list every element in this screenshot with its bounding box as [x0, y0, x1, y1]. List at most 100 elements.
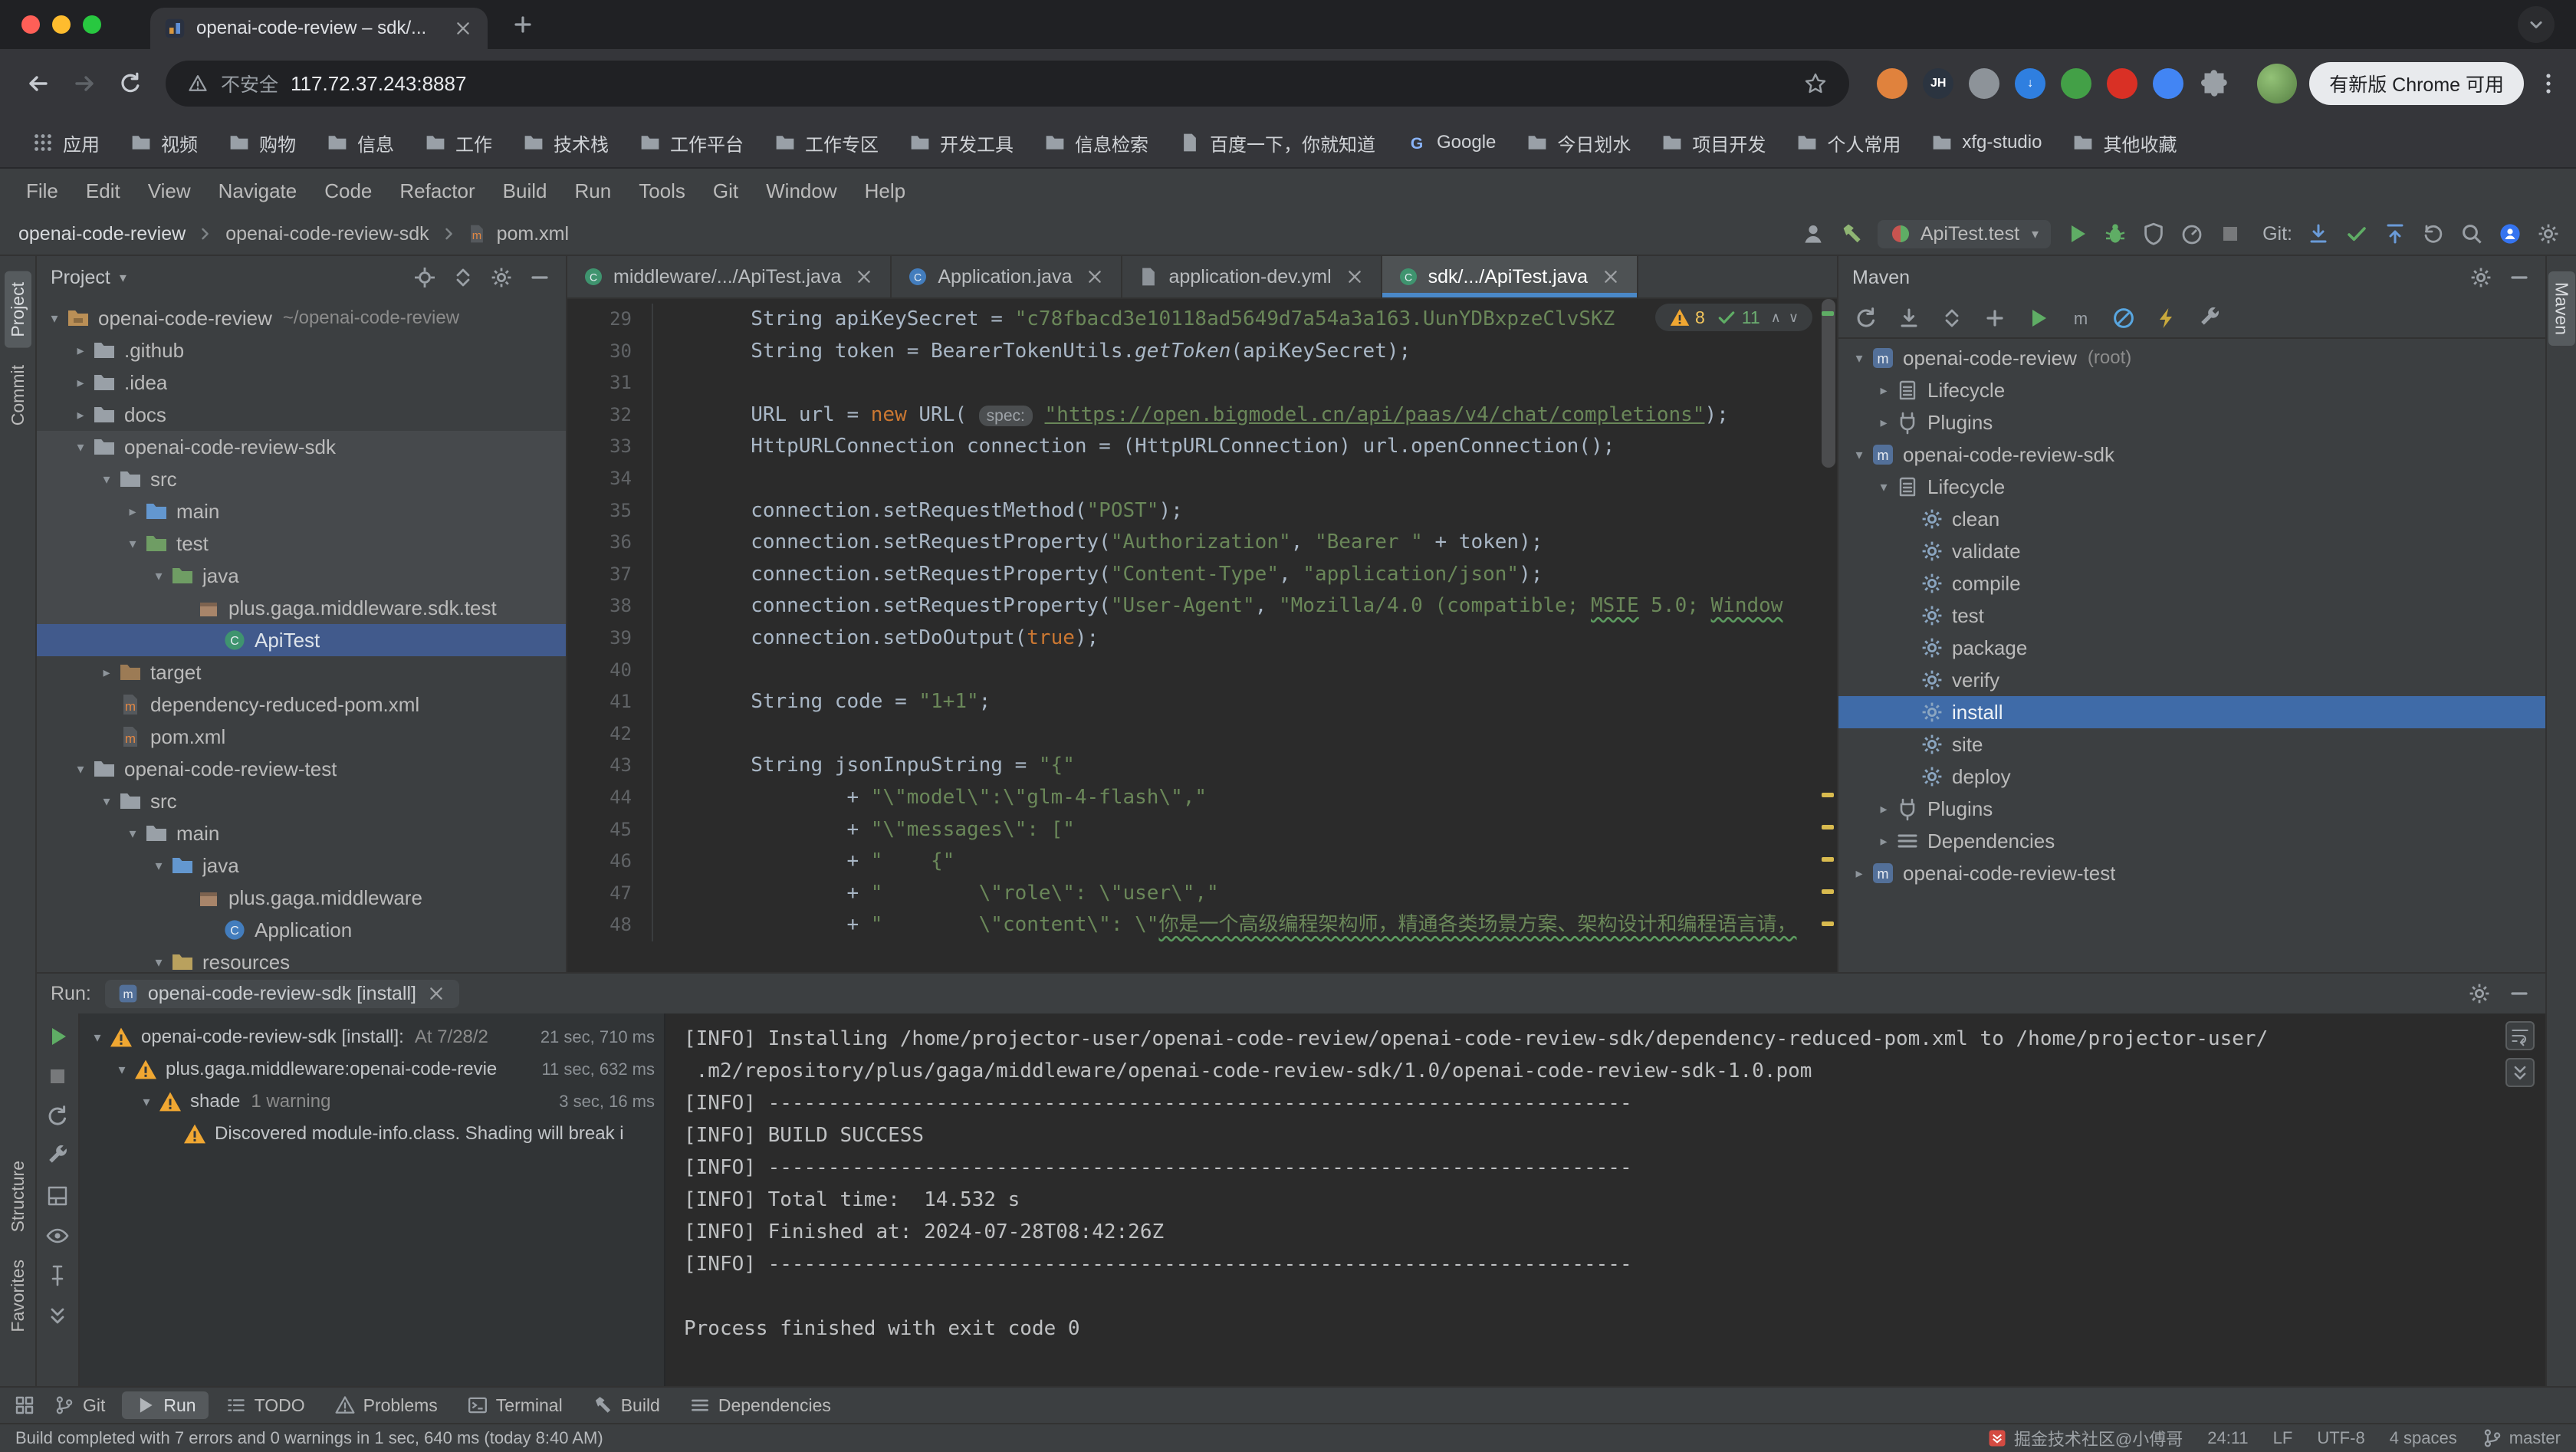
tab-close-icon[interactable] [452, 18, 474, 39]
inspections-widget[interactable]: 8 11 ∧∨ [1655, 304, 1812, 331]
forward-button[interactable] [61, 61, 107, 107]
bookmark-item[interactable]: 信息 [313, 125, 408, 161]
ext-red-icon[interactable] [2107, 68, 2137, 99]
close-icon[interactable] [1344, 266, 1365, 287]
line-number[interactable]: 39 [567, 623, 653, 655]
close-icon[interactable] [1084, 266, 1106, 287]
line-number[interactable]: 32 [567, 399, 653, 432]
tree-row[interactable]: ▾resources [37, 946, 566, 972]
tree-row[interactable]: plus.gaga.middleware.sdk.test [37, 592, 566, 624]
chevron-down-icon[interactable]: ▾ [1848, 447, 1871, 463]
scrollbar-thumb[interactable] [1822, 299, 1835, 468]
add-button[interactable] [1983, 306, 2007, 330]
tree-row[interactable]: ▾shade 1 warning3 sec, 16 ms [80, 1086, 664, 1118]
tree-row[interactable]: ▸.github [37, 334, 566, 366]
profile-avatar[interactable] [2257, 64, 2297, 103]
scroll-button[interactable] [45, 1303, 70, 1328]
tree-row[interactable]: ▸.idea [37, 366, 566, 399]
tree-row[interactable]: ▾Lifecycle [1838, 471, 2545, 503]
bookmark-item[interactable]: 信息检索 [1030, 125, 1162, 161]
eye-button[interactable] [45, 1224, 70, 1248]
user-icon[interactable] [1801, 222, 1825, 246]
bookmark-item[interactable]: 购物 [215, 125, 310, 161]
new-tab-button[interactable] [503, 5, 543, 44]
toolwindow-terminal[interactable]: Terminal [455, 1391, 575, 1419]
tree-row[interactable]: ▾main [37, 817, 566, 849]
toolwindow-stripe-favorites[interactable]: Favorites [5, 1249, 31, 1343]
tree-row[interactable]: ▾src [37, 785, 566, 817]
tree-row[interactable]: ▾openai-code-review-test [37, 753, 566, 785]
tree-row[interactable]: compile [1838, 567, 2545, 600]
run-config-select[interactable]: ApiTest.test ▾ [1878, 220, 2051, 248]
line-number[interactable]: 30 [567, 336, 653, 368]
chevron-down-icon[interactable]: ▾ [147, 858, 170, 874]
line-number[interactable]: 37 [567, 559, 653, 591]
git-update-button[interactable] [2306, 222, 2331, 246]
chevron-down-icon[interactable]: ▾ [1848, 350, 1871, 366]
tree-row[interactable]: mpom.xml [37, 721, 566, 753]
bookmark-item[interactable]: 应用 [18, 125, 113, 161]
line-number[interactable]: 48 [567, 909, 653, 941]
tree-row[interactable]: ▾test [37, 527, 566, 560]
bookmark-item[interactable]: xfg-studio [1917, 127, 2055, 158]
download-button[interactable] [1897, 306, 1921, 330]
toolwindow-dependencies[interactable]: Dependencies [677, 1391, 843, 1419]
menu-run[interactable]: Run [560, 179, 625, 203]
ext-blue-icon[interactable] [2153, 68, 2183, 99]
tree-row[interactable]: ▾java [37, 560, 566, 592]
browser-menu-icon[interactable] [2536, 71, 2561, 96]
git-push-button[interactable] [2383, 222, 2407, 246]
line-separator[interactable]: LF [2273, 1428, 2293, 1448]
breadcrumb-project[interactable]: openai-code-review [15, 223, 189, 245]
history-button[interactable] [2421, 222, 2446, 246]
profiler-button[interactable] [2180, 222, 2204, 246]
menu-build[interactable]: Build [489, 179, 561, 203]
next-problem-icon[interactable]: ∨ [1789, 310, 1799, 326]
bookmark-item[interactable]: 视频 [117, 125, 212, 161]
chevron-right-icon[interactable]: ▸ [69, 375, 92, 391]
ide-settings-icon[interactable] [2536, 222, 2561, 246]
line-number[interactable]: 41 [567, 686, 653, 718]
chevron-right-icon[interactable]: ▸ [69, 407, 92, 423]
browser-tab[interactable]: openai-code-review – sdk/... [150, 8, 488, 49]
chevron-right-icon[interactable]: ▸ [1872, 801, 1895, 817]
tree-row[interactable]: ▸Plugins [1838, 406, 2545, 439]
toolwindow-stripe-structure[interactable]: Structure [5, 1150, 31, 1243]
line-number[interactable]: 34 [567, 463, 653, 495]
zoom-window-button[interactable] [83, 15, 101, 34]
tab-search-button[interactable] [2518, 6, 2555, 43]
chevron-down-icon[interactable]: ▾ [69, 761, 92, 777]
line-number[interactable]: 47 [567, 878, 653, 910]
code-editor[interactable]: 29 String apiKeySecret = "c78fbacd3e1011… [567, 299, 1837, 972]
chevron-down-icon[interactable]: ▾ [147, 954, 170, 971]
tree-row[interactable]: ▾openai-code-review-sdk [37, 431, 566, 463]
chevron-down-icon[interactable]: ▾ [135, 1094, 158, 1110]
line-number[interactable]: 38 [567, 590, 653, 623]
hide-panel-icon[interactable] [2507, 981, 2532, 1006]
bookmark-item[interactable]: 工作 [411, 125, 506, 161]
chevron-down-icon[interactable]: ▾ [110, 1062, 133, 1078]
tree-row[interactable]: plus.gaga.middleware [37, 882, 566, 914]
layout-button[interactable] [45, 1184, 70, 1208]
url-text[interactable]: 117.72.37.243:8887 [291, 72, 466, 96]
close-icon[interactable] [1600, 266, 1622, 287]
line-number[interactable]: 43 [567, 750, 653, 782]
rerun-button[interactable] [45, 1024, 70, 1049]
editor-tab[interactable]: Csdk/.../ApiTest.java [1382, 256, 1638, 297]
ext-jh-icon[interactable]: JH [1923, 68, 1953, 99]
editor-tab[interactable]: application-dev.yml [1122, 256, 1382, 297]
prev-problem-icon[interactable]: ∧ [1771, 310, 1781, 326]
ext-downloader-icon[interactable]: ↓ [2015, 68, 2045, 99]
toolwindow-stripe-maven[interactable]: Maven [2548, 271, 2575, 346]
collapse-all-icon[interactable] [451, 265, 475, 290]
close-icon[interactable] [426, 983, 447, 1004]
tree-row[interactable]: install [1838, 696, 2545, 728]
tree-row[interactable]: CApiTest [37, 624, 566, 656]
run-content-tab[interactable]: m openai-code-review-sdk [install] [105, 980, 459, 1008]
community-link[interactable]: 掘金技术社区@小傅哥 [1986, 1426, 2183, 1450]
toolwindow-run[interactable]: Run [122, 1391, 208, 1419]
refresh-button[interactable] [1854, 306, 1878, 330]
chevron-right-icon[interactable]: ▸ [1872, 415, 1895, 431]
menu-file[interactable]: File [12, 179, 72, 203]
stop-button[interactable] [2218, 222, 2242, 246]
